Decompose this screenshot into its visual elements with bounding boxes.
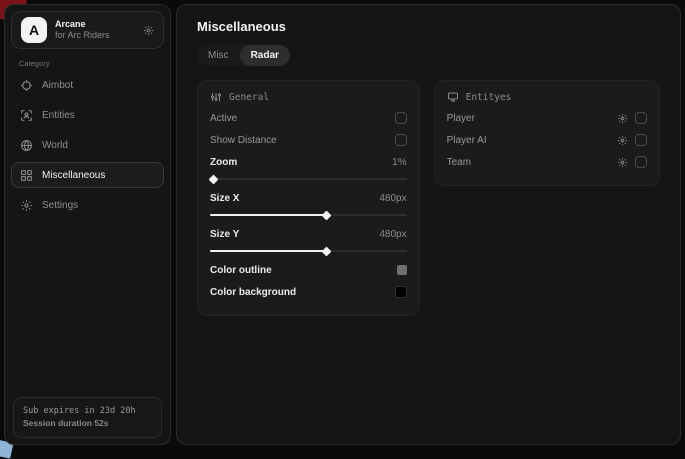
show-distance-label: Show Distance (210, 135, 277, 146)
color-outline-swatch[interactable] (397, 265, 407, 275)
general-card: General Active Show Distance Zoom 1% (197, 80, 420, 316)
main-panel: Miscellaneous Misc Radar General Active (176, 4, 681, 445)
team-row: Team (447, 151, 647, 173)
sidebar-item-world[interactable]: World (11, 132, 164, 158)
size-y-slider[interactable] (210, 246, 407, 256)
sidebar-item-settings[interactable]: Settings (11, 192, 164, 218)
gear-icon[interactable] (617, 157, 628, 168)
avatar: A (21, 17, 47, 43)
card-title: General (229, 92, 269, 103)
session-duration-text: Session duration 52s (23, 417, 152, 430)
sliders-icon (210, 91, 222, 103)
monitor-icon (447, 91, 459, 103)
sidebar: A Arcane for Arc Riders Category Aimbot … (4, 4, 171, 445)
slider-thumb[interactable] (322, 210, 332, 220)
app-title: Arcane (55, 19, 135, 30)
player-ai-row: Player AI (447, 129, 647, 151)
show-distance-checkbox[interactable] (395, 134, 407, 146)
sidebar-item-aimbot[interactable]: Aimbot (11, 72, 164, 98)
zoom-label: Zoom (210, 157, 237, 168)
size-y-value: 480px (379, 229, 406, 240)
subscription-info: Sub expires in 23d 20h Session duration … (13, 397, 162, 439)
size-x-label: Size X (210, 193, 239, 204)
zoom-value: 1% (392, 157, 406, 168)
grid-icon (20, 169, 33, 182)
player-ai-label: Player AI (447, 135, 487, 146)
sidebar-item-miscellaneous[interactable]: Miscellaneous (11, 162, 164, 188)
card-title: Entityes (466, 92, 512, 103)
entities-card: Entityes Player Player AI (434, 80, 660, 186)
crosshair-icon (20, 79, 33, 92)
player-row: Player (447, 107, 647, 129)
page-title: Miscellaneous (197, 19, 660, 34)
tab-radar[interactable]: Radar (240, 45, 290, 66)
zoom-slider[interactable] (210, 174, 407, 184)
player-ai-checkbox[interactable] (635, 134, 647, 146)
active-label: Active (210, 113, 237, 124)
size-x-slider[interactable] (210, 210, 407, 220)
player-checkbox[interactable] (635, 112, 647, 124)
size-x-row: Size X 480px (210, 187, 407, 209)
sidebar-item-label: Settings (42, 200, 78, 211)
color-outline-row: Color outline (210, 259, 407, 281)
color-background-label: Color background (210, 287, 296, 298)
gear-icon (20, 199, 33, 212)
category-label: Category (19, 61, 170, 68)
color-background-swatch[interactable] (395, 286, 407, 298)
sidebar-item-label: World (42, 140, 68, 151)
player-label: Player (447, 113, 475, 124)
globe-icon (20, 139, 33, 152)
sidebar-item-entities[interactable]: Entities (11, 102, 164, 128)
slider-thumb[interactable] (322, 246, 332, 256)
sidebar-item-label: Aimbot (42, 80, 73, 91)
color-outline-label: Color outline (210, 265, 272, 276)
sidebar-nav: Aimbot Entities World Miscellaneous Sett… (5, 72, 170, 218)
sub-expires-text: Sub expires in 23d 20h (23, 405, 152, 418)
app-subtitle: for Arc Riders (55, 30, 135, 41)
zoom-row: Zoom 1% (210, 151, 407, 173)
slider-thumb[interactable] (209, 174, 219, 184)
show-distance-row: Show Distance (210, 129, 407, 151)
team-label: Team (447, 157, 471, 168)
profile-card[interactable]: A Arcane for Arc Riders (11, 11, 164, 49)
entities-scan-icon (20, 109, 33, 122)
size-y-label: Size Y (210, 229, 239, 240)
sidebar-item-label: Miscellaneous (42, 170, 105, 181)
tab-misc[interactable]: Misc (197, 45, 240, 66)
active-row: Active (210, 107, 407, 129)
size-x-value: 480px (379, 193, 406, 204)
tab-bar: Misc Radar (197, 45, 290, 66)
gear-icon[interactable] (617, 135, 628, 146)
color-background-row: Color background (210, 281, 407, 303)
active-checkbox[interactable] (395, 112, 407, 124)
sidebar-item-label: Entities (42, 110, 75, 121)
size-y-row: Size Y 480px (210, 223, 407, 245)
gear-icon[interactable] (617, 113, 628, 124)
gear-icon[interactable] (143, 25, 154, 36)
team-checkbox[interactable] (635, 156, 647, 168)
